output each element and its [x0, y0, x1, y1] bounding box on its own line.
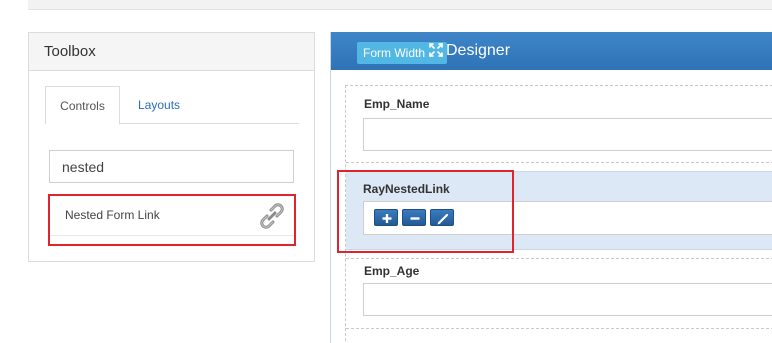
field-label-emp-name: Emp_Name	[364, 97, 430, 111]
field-label-ray-nested-link: RayNestedLink	[363, 182, 450, 196]
tab-controls[interactable]: Controls	[45, 86, 120, 125]
designer-title: Designer	[446, 42, 511, 59]
control-item-label: Nested Form Link	[65, 208, 160, 222]
toolbox-panel: Toolbox Controls Layouts Nested Form Lin…	[28, 32, 315, 262]
top-strip	[28, 0, 772, 10]
field-input-emp-age[interactable]	[363, 283, 772, 316]
edit-icon[interactable]	[430, 209, 454, 226]
form-width-button[interactable]: Form Width	[357, 42, 448, 64]
nested-link-control	[363, 201, 772, 235]
chain-link-icon	[258, 202, 286, 230]
field-divider	[346, 328, 772, 329]
designer-panel: Form Width Designer Emp_Name RayNestedLi…	[330, 32, 772, 343]
expand-arrows-icon	[429, 42, 443, 64]
control-item-nested-form-link[interactable]: Nested Form Link	[49, 195, 294, 236]
field-divider	[346, 162, 772, 163]
add-icon[interactable]	[374, 209, 398, 226]
tab-layouts[interactable]: Layouts	[138, 86, 180, 125]
remove-icon[interactable]	[402, 209, 426, 226]
field-ray-nested-link[interactable]: RayNestedLink	[346, 171, 772, 250]
form-width-label: Form Width	[363, 46, 426, 60]
field-label-emp-age: Emp_Age	[364, 264, 420, 278]
field-divider	[346, 258, 772, 259]
toolbox-title: Toolbox	[29, 33, 314, 71]
designer-header: Form Width Designer	[331, 32, 772, 70]
field-input-emp-name[interactable]	[363, 118, 772, 151]
toolbox-tabs: Controls Layouts	[45, 86, 299, 125]
control-search-input[interactable]	[49, 150, 294, 183]
